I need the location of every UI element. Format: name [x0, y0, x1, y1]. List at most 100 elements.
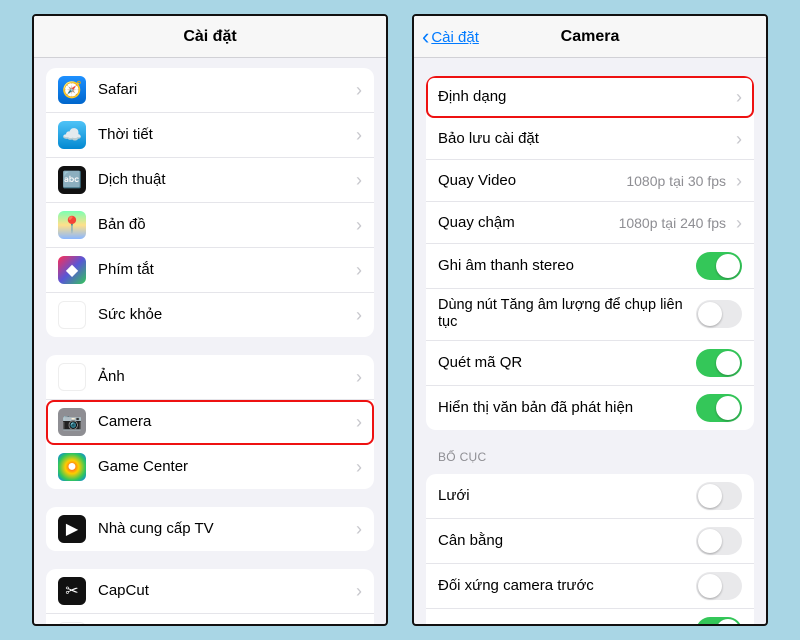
row-label: Lưới — [438, 487, 696, 505]
settings-row-safari[interactable]: 🧭 Safari› — [46, 68, 374, 113]
weather-icon: ☁️ — [58, 121, 86, 149]
setting-row-dung-nut-tang-am-luong-e-chup-lien-tuc[interactable]: Dùng nút Tăng âm lượng để chụp liên tục — [426, 289, 754, 341]
row-label: CapCut — [98, 582, 352, 600]
settings-screen: Cài đặt 🧭Safari›☁️Thời tiết›🔤Dịch thuật›… — [32, 14, 388, 626]
settings-group-4: ✂CapCut›▲Drive›📗English Test›fFacebook› — [46, 569, 374, 624]
chevron-right-icon: › — [356, 81, 362, 99]
setting-row-quay-video[interactable]: Quay Video1080p tại 30 fps › — [426, 160, 754, 202]
row-label: Dịch thuật — [98, 171, 352, 189]
health-icon: ♥ — [58, 301, 86, 329]
drive-icon: ▲ — [58, 622, 86, 624]
camera-settings-screen: ‹ Cài đặt Camera Định dạng›Bảo lưu cài đ… — [412, 14, 768, 626]
capcut-icon: ✂ — [58, 577, 86, 605]
row-label: Đối xứng camera trước — [438, 577, 696, 595]
toggle-dung-nut-tang-am-luong-e-chup-lien-tuc[interactable] — [696, 300, 742, 328]
chevron-right-icon: › — [356, 171, 362, 189]
row-label: Quay chậm — [438, 214, 619, 232]
camera-group-1: Định dạng›Bảo lưu cài đặt›Quay Video1080… — [426, 76, 754, 430]
row-label: Safari — [98, 81, 352, 99]
row-label: Thời tiết — [98, 126, 352, 144]
shortcuts-icon: ◆ — [58, 256, 86, 284]
row-label: Dùng nút Tăng âm lượng để chụp liên tục — [438, 297, 696, 332]
settings-row-game-center[interactable]: ● Game Center› — [46, 445, 374, 489]
settings-row-camera[interactable]: 📷Camera› — [46, 400, 374, 445]
setting-row-quay-cham[interactable]: Quay chậm1080p tại 240 fps › — [426, 202, 754, 244]
chevron-right-icon: › — [356, 520, 362, 538]
settings-row-nha-cung-cap-tv[interactable]: ▶ Nhà cung cấp TV› — [46, 507, 374, 551]
row-label: Bảo lưu cài đặt — [438, 130, 732, 148]
page-title: Cài đặt — [183, 28, 236, 46]
row-label: Quay Video — [438, 172, 626, 190]
row-label: Ghi âm thanh stereo — [438, 257, 696, 275]
settings-group-1: 🧭Safari›☁️Thời tiết›🔤Dịch thuật›📍Bản đồ›… — [46, 68, 374, 337]
tv-icon: ▶ — [58, 515, 86, 543]
row-detail: 1080p tại 30 fps — [626, 173, 726, 189]
setting-row-inh-dang[interactable]: Định dạng› — [426, 76, 754, 118]
setting-row-can-bang[interactable]: Cân bằng — [426, 519, 754, 564]
row-label: Hiển thị văn bản đã phát hiện — [438, 399, 696, 417]
chevron-right-icon: › — [736, 130, 742, 148]
row-label: Bản đồ — [98, 216, 352, 234]
setting-row-xem-ben-ngoai-khung-hinh[interactable]: Xem bên ngoài khung hình — [426, 609, 754, 624]
chevron-right-icon: › — [736, 88, 742, 106]
chevron-left-icon: ‹ — [422, 26, 429, 48]
toggle-hien-thi-van-ban-a-phat-hien[interactable] — [696, 394, 742, 422]
setting-row-quet-ma-qr[interactable]: Quét mã QR — [426, 341, 754, 386]
safari-icon: 🧭 — [58, 76, 86, 104]
settings-group-2: ✿Ảnh›📷Camera›●Game Center› — [46, 355, 374, 489]
back-button[interactable]: ‹ Cài đặt — [422, 16, 479, 58]
row-label: Sức khỏe — [98, 306, 352, 324]
row-label: Cân bằng — [438, 532, 696, 550]
setting-row-luoi[interactable]: Lưới — [426, 474, 754, 519]
toggle-ghi-am-thanh-stereo[interactable] — [696, 252, 742, 280]
settings-row-suc-khoe[interactable]: ♥ Sức khỏe› — [46, 293, 374, 337]
section-header-layout: BỐ CỤC — [438, 450, 742, 464]
toggle-luoi[interactable] — [696, 482, 742, 510]
navbar-left: Cài đặt — [34, 16, 386, 58]
camera-icon: 📷 — [58, 408, 86, 436]
page-title: Camera — [561, 28, 620, 46]
gamecenter-icon: ● — [58, 453, 86, 481]
row-detail: 1080p tại 240 fps — [619, 215, 726, 231]
chevron-right-icon: › — [356, 216, 362, 234]
row-label: Phím tắt — [98, 261, 352, 279]
row-label: Ảnh — [98, 368, 352, 386]
chevron-right-icon: › — [356, 582, 362, 600]
chevron-right-icon: › — [356, 368, 362, 386]
settings-row-drive[interactable]: ▲Drive› — [46, 614, 374, 624]
row-label: Định dạng — [438, 88, 732, 106]
row-label: Game Center — [98, 458, 352, 476]
setting-row-oi-xung-camera-truoc[interactable]: Đối xứng camera trước — [426, 564, 754, 609]
row-label: Xem bên ngoài khung hình — [438, 622, 696, 624]
toggle-can-bang[interactable] — [696, 527, 742, 555]
chevron-right-icon: › — [356, 458, 362, 476]
row-label: Camera — [98, 413, 352, 431]
toggle-oi-xung-camera-truoc[interactable] — [696, 572, 742, 600]
settings-row-thoi-tiet[interactable]: ☁️ Thời tiết› — [46, 113, 374, 158]
back-label: Cài đặt — [431, 29, 479, 46]
row-label: Quét mã QR — [438, 354, 696, 372]
setting-row-bao-luu-cai-at[interactable]: Bảo lưu cài đặt› — [426, 118, 754, 160]
row-label: Nhà cung cấp TV — [98, 520, 352, 538]
chevron-right-icon: › — [736, 172, 742, 190]
settings-row-dich-thuat[interactable]: 🔤 Dịch thuật› — [46, 158, 374, 203]
settings-row-capcut[interactable]: ✂ CapCut› — [46, 569, 374, 614]
maps-icon: 📍 — [58, 211, 86, 239]
chevron-right-icon: › — [356, 306, 362, 324]
toggle-xem-ben-ngoai-khung-hinh[interactable] — [696, 617, 742, 624]
navbar-right: ‹ Cài đặt Camera — [414, 16, 766, 58]
settings-group-3: ▶ Nhà cung cấp TV› — [46, 507, 374, 551]
settings-list[interactable]: 🧭Safari›☁️Thời tiết›🔤Dịch thuật›📍Bản đồ›… — [34, 58, 386, 624]
translate-icon: 🔤 — [58, 166, 86, 194]
setting-row-ghi-am-thanh-stereo[interactable]: Ghi âm thanh stereo — [426, 244, 754, 289]
settings-row-phim-tat[interactable]: ◆Phím tắt› — [46, 248, 374, 293]
settings-row-anh[interactable]: ✿ Ảnh› — [46, 355, 374, 400]
camera-settings-list[interactable]: Định dạng›Bảo lưu cài đặt›Quay Video1080… — [414, 58, 766, 624]
toggle-quet-ma-qr[interactable] — [696, 349, 742, 377]
photos-icon: ✿ — [58, 363, 86, 391]
camera-group-2: Lưới Cân bằng Đối xứng camera trước Xem bên… — [426, 474, 754, 624]
setting-row-hien-thi-van-ban-a-phat-hien[interactable]: Hiển thị văn bản đã phát hiện — [426, 386, 754, 430]
chevron-right-icon: › — [356, 126, 362, 144]
chevron-right-icon: › — [736, 214, 742, 232]
settings-row-ban-o[interactable]: 📍 Bản đồ› — [46, 203, 374, 248]
